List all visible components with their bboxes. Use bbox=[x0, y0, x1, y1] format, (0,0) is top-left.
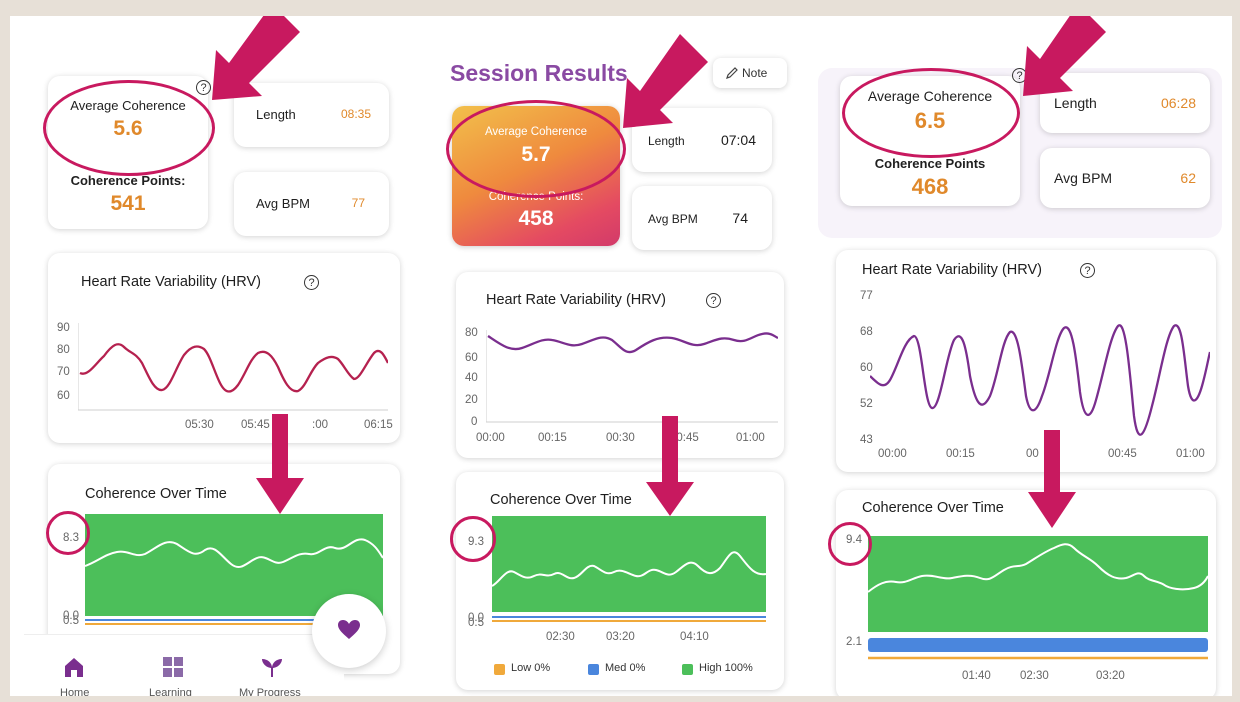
arrow-down bbox=[1028, 430, 1076, 528]
annotation-arrows bbox=[212, 16, 1106, 528]
arrow-down-right bbox=[212, 16, 300, 100]
arrow-down-right bbox=[1023, 16, 1106, 96]
screenshot-collage: Average Coherence 5.6 Coherence Points: … bbox=[10, 16, 1232, 696]
arrow-down-right bbox=[623, 34, 708, 128]
arrow-down bbox=[256, 414, 304, 514]
arrow-down bbox=[646, 416, 694, 516]
